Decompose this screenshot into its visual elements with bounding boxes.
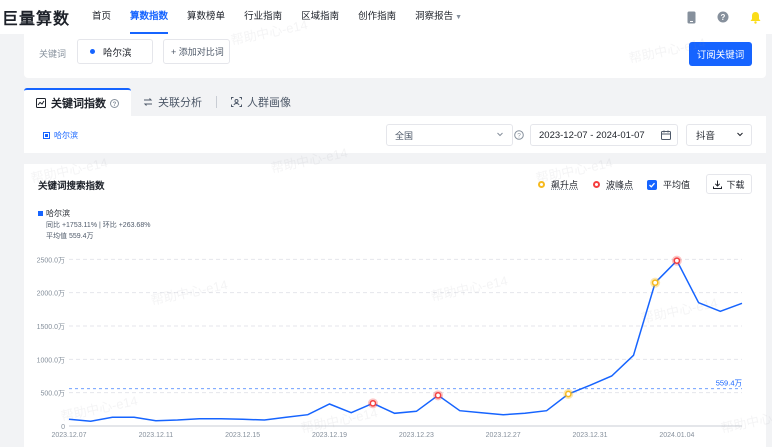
keyword-card: 关键词 哈尔滨 + 添加对比词 订阅关键词	[24, 34, 766, 78]
nav-item[interactable]: 算数榜单	[187, 0, 225, 34]
filter-bar: 哈尔滨 全国 ? 2023-12-07 - 2024-01-07 抖音	[24, 116, 766, 154]
y-tick-label: 2000.0万	[37, 290, 65, 298]
calendar-icon	[661, 130, 671, 143]
x-tick-label: 2023.12.23	[399, 432, 434, 439]
x-tick-label: 2023.12.11	[139, 432, 174, 439]
svg-text:?: ?	[517, 133, 521, 140]
x-tick-label: 2023.12.19	[312, 432, 347, 439]
tab-audience-profile-label: 人群画像	[247, 97, 291, 109]
y-tick-label: 500.0万	[40, 390, 65, 398]
link-icon	[143, 97, 153, 107]
analytics-icon	[36, 98, 46, 108]
date-range-picker[interactable]: 2023-12-07 - 2024-01-07	[530, 124, 678, 146]
region-select-value: 全国	[395, 130, 414, 141]
keyword-label: 关键词	[39, 49, 67, 59]
nav-item[interactable]: 洞察报告 ▼	[415, 0, 462, 34]
nav-menu: 首页 算数指数 算数榜单 行业指南 区域指南 创作指南 洞察报告 ▼	[92, 0, 481, 34]
checkbox-icon	[43, 132, 50, 139]
surge-point[interactable]	[651, 279, 659, 287]
y-tick-label: 1000.0万	[37, 356, 65, 364]
keyword-chip-text: 哈尔滨	[103, 47, 132, 59]
platform-select-value: 抖音	[696, 131, 716, 142]
chevron-down-icon	[496, 130, 504, 140]
nav-item[interactable]: 创作指南	[358, 0, 396, 34]
tab-keyword-index-label: 关键词指数	[51, 98, 106, 110]
x-tick-label: 2023.12.15	[225, 432, 260, 439]
y-tick-label: 1500.0万	[37, 323, 65, 331]
tab-audience-profile[interactable]: 人群画像	[219, 88, 303, 116]
platform-select[interactable]: 抖音	[686, 124, 752, 146]
date-range-value: 2023-12-07 - 2024-01-07	[539, 129, 645, 141]
keyword-toggle-label: 哈尔滨	[54, 131, 78, 140]
nav-icons: ?	[666, 0, 762, 34]
x-tick-label: 2023.12.27	[486, 432, 521, 439]
nav-item[interactable]: 行业指南	[244, 0, 282, 34]
nav-item[interactable]: 区域指南	[301, 0, 339, 34]
subscribe-keyword-button[interactable]: 订阅关键词	[689, 42, 752, 66]
info-icon[interactable]: ?	[110, 98, 119, 108]
keyword-color-dot	[90, 49, 95, 54]
nav-item[interactable]: 算数指数	[130, 0, 169, 34]
tab-divider	[216, 96, 217, 108]
peak-point[interactable]	[434, 391, 442, 399]
analysis-tabs: 关键词指数 ? 关联分析 人群画像	[24, 88, 766, 116]
search-index-card: 关键词搜索指数 飙升点 波峰点 平均值 下载 哈尔滨 同比 +1753.11% …	[24, 164, 766, 447]
chevron-down-icon	[736, 130, 744, 141]
tab-related-analysis[interactable]: 关联分析	[131, 88, 214, 116]
nav-item[interactable]: 首页	[92, 0, 111, 34]
mobile-icon[interactable]	[684, 10, 698, 24]
tab-related-analysis-label: 关联分析	[158, 97, 202, 109]
tab-keyword-index[interactable]: 关键词指数 ?	[24, 88, 131, 116]
caret-down-icon: ▼	[455, 14, 463, 21]
series-line[interactable]	[68, 259, 743, 423]
surge-point[interactable]	[564, 390, 572, 398]
search-index-line-chart[interactable]: 0 500.0万 1000.0万 1500.0万 2000.0万 2500.0万 2023.…	[24, 164, 766, 447]
add-compare-button[interactable]: + 添加对比词	[163, 39, 230, 64]
svg-text:?: ?	[721, 13, 726, 22]
y-tick-label: 2500.0万	[37, 256, 65, 264]
svg-text:?: ?	[113, 102, 117, 108]
x-tick-label: 2023.12.07	[51, 432, 86, 439]
region-select[interactable]: 全国	[386, 124, 513, 146]
x-tick-label: 2023.12.31	[573, 432, 608, 439]
notification-bell-icon[interactable]	[748, 10, 762, 24]
keyword-chip[interactable]: 哈尔滨	[77, 39, 153, 64]
top-nav: 巨量算数 首页 算数指数 算数榜单 行业指南 区域指南 创作指南 洞察报告 ▼ ?	[0, 0, 772, 34]
help-circle-icon[interactable]: ?	[514, 129, 524, 143]
average-line-label: 559.4万	[716, 379, 743, 388]
y-tick-label: 0	[61, 424, 65, 431]
keyword-toggle[interactable]: 哈尔滨	[43, 130, 78, 141]
peak-point[interactable]	[369, 399, 377, 407]
brand-logo[interactable]: 巨量算数	[2, 5, 70, 29]
x-tick-label: 2024.01.04	[659, 432, 694, 439]
help-icon[interactable]: ?	[716, 10, 730, 24]
peak-point[interactable]	[673, 257, 681, 265]
user-group-icon	[231, 97, 242, 107]
